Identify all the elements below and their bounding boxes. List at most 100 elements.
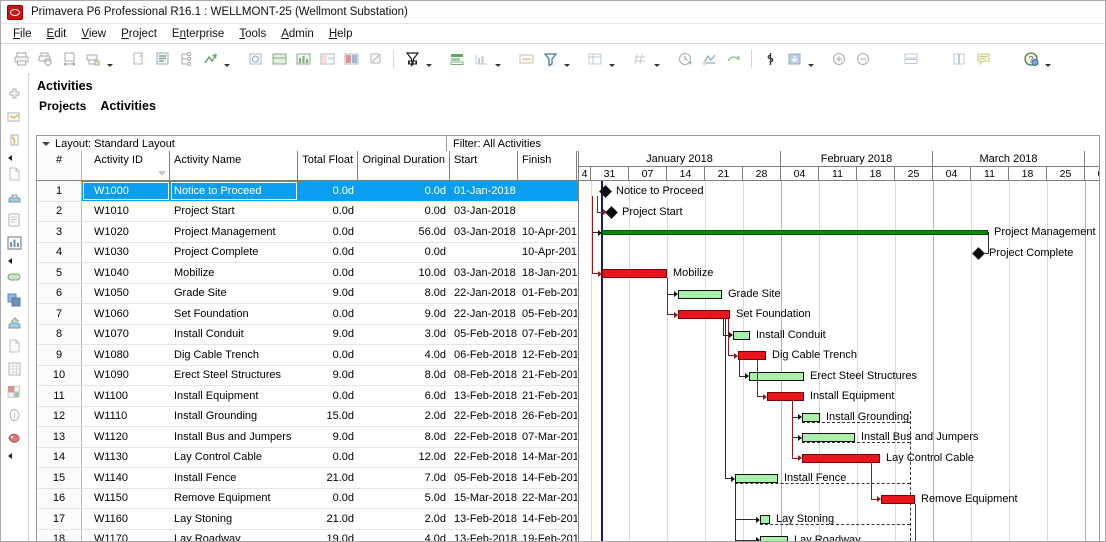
menu-item-admin[interactable]: Admin (281, 28, 314, 40)
column-header-num[interactable]: # (37, 151, 82, 180)
gantt-bar-critical[interactable] (802, 454, 880, 463)
timescale-week-7[interactable]: 11 (819, 166, 857, 181)
cell-fn[interactable]: 14-Feb-2018 (518, 468, 577, 488)
cell-tf[interactable]: 0.0d (298, 181, 358, 201)
timescale-week-4[interactable]: 21 (705, 166, 743, 181)
cell-num[interactable]: 17 (37, 509, 82, 529)
cell-tf[interactable]: 0.0d (298, 202, 358, 222)
column-header-original-duration[interactable]: Original Duration (358, 151, 450, 180)
table-row[interactable]: 17W1160Lay Stoning21.0d2.0d13-Feb-201814… (37, 509, 578, 530)
cell-tf[interactable]: 9.0d (298, 366, 358, 386)
wbs-list-icon[interactable] (4, 209, 26, 230)
bars-icon[interactable] (516, 49, 536, 69)
cell-num[interactable]: 2 (37, 202, 82, 222)
cell-name[interactable]: Set Foundation (170, 304, 298, 324)
columns-dropdown-caret-icon[interactable] (493, 47, 502, 72)
cell-id[interactable]: W1110 (82, 407, 170, 427)
cell-tf[interactable]: 15.0d (298, 407, 358, 427)
cell-name[interactable]: Project Management (170, 222, 298, 242)
timescale-month-0[interactable]: January 2018 (579, 151, 781, 166)
table-row[interactable]: 14W1130Lay Control Cable0.0d12.0d22-Feb-… (37, 448, 578, 469)
cell-id[interactable]: W1150 (82, 489, 170, 509)
timescale-dropdown-caret-icon[interactable] (607, 47, 616, 72)
add-activity-icon[interactable] (4, 83, 26, 104)
timescale-week-11[interactable]: 11 (971, 166, 1009, 181)
cell-st[interactable]: 22-Feb-2018 (450, 427, 518, 447)
cell-name[interactable]: Notice to Proceed (170, 181, 298, 201)
cell-fn[interactable]: 05-Feb-2018 (518, 304, 577, 324)
page-tabs[interactable]: ProjectsActivities (30, 93, 1105, 113)
timescale-week-6[interactable]: 04 (781, 166, 819, 181)
schedule-icon[interactable] (675, 49, 695, 69)
cell-id[interactable]: W1020 (82, 222, 170, 242)
collapse-group-1-icon[interactable] (7, 152, 23, 163)
cell-id[interactable]: W1060 (82, 304, 170, 324)
collapse-group-2-icon[interactable] (7, 255, 23, 266)
cell-id[interactable]: W1050 (82, 284, 170, 304)
menu-item-file[interactable]: File (13, 28, 32, 40)
menu-item-enterprise[interactable]: Enterprise (172, 28, 224, 40)
table-row[interactable]: 16W1150Remove Equipment0.0d5.0d15-Mar-20… (37, 489, 578, 510)
column-header-start[interactable]: Start (450, 151, 518, 180)
filter-by-icon[interactable] (402, 49, 422, 69)
cell-id[interactable]: W1160 (82, 509, 170, 529)
notebook-icon[interactable] (4, 129, 26, 150)
cell-id[interactable]: W1010 (82, 202, 170, 222)
cell-od[interactable]: 4.0d (358, 530, 450, 542)
cell-tf[interactable]: 0.0d (298, 304, 358, 324)
progress-line-icon[interactable] (760, 49, 780, 69)
timescale-week-12[interactable]: 18 (1009, 166, 1047, 181)
cell-id[interactable]: W1140 (82, 468, 170, 488)
cell-num[interactable]: 9 (37, 345, 82, 365)
cell-st[interactable]: 22-Feb-2018 (450, 448, 518, 468)
cell-name[interactable]: Install Bus and Jumpers (170, 427, 298, 447)
cell-id[interactable]: W1090 (82, 366, 170, 386)
page-setup-icon[interactable] (59, 49, 79, 69)
expand-all-icon[interactable] (176, 49, 196, 69)
gantt-bar-critical[interactable] (738, 351, 766, 360)
cell-fn[interactable]: 14-Feb-2018 (518, 509, 577, 529)
new-document-icon[interactable] (4, 163, 26, 184)
cell-fn[interactable]: 19-Feb-2018 (518, 530, 577, 542)
cell-fn[interactable]: 10-Apr-2018 (518, 222, 577, 242)
filter-label[interactable]: Filter: All Activities (447, 138, 541, 150)
menu-item-project[interactable]: Project (121, 28, 157, 40)
cell-num[interactable]: 13 (37, 427, 82, 447)
tab-projects[interactable]: Projects (39, 99, 86, 113)
help-dropdown-caret-icon[interactable] (1043, 47, 1052, 72)
cell-num[interactable]: 8 (37, 325, 82, 345)
cell-id[interactable]: W1070 (82, 325, 170, 345)
filters-dropdown-caret-icon[interactable] (562, 47, 571, 72)
print-icon[interactable] (11, 49, 31, 69)
cell-od[interactable]: 2.0d (358, 509, 450, 529)
cell-num[interactable]: 15 (37, 468, 82, 488)
cell-od[interactable]: 6.0d (358, 386, 450, 406)
timescale-week-1[interactable]: 31 (591, 166, 629, 181)
cell-tf[interactable]: 21.0d (298, 509, 358, 529)
table-row[interactable]: 6W1050Grade Site9.0d8.0d22-Jan-201801-Fe… (37, 284, 578, 305)
cell-num[interactable]: 5 (37, 263, 82, 283)
resources-icon[interactable] (4, 266, 26, 287)
cell-tf[interactable]: 0.0d (298, 386, 358, 406)
cell-od[interactable]: 3.0d (358, 325, 450, 345)
table-row[interactable]: 15W1140Install Fence21.0d7.0d05-Feb-2018… (37, 468, 578, 489)
store-dropdown-caret-icon[interactable] (806, 47, 815, 72)
cell-st[interactable]: 08-Feb-2018 (450, 366, 518, 386)
column-header-finish[interactable]: Finish (518, 151, 577, 180)
cell-fn[interactable]: 26-Feb-2018 (518, 407, 577, 427)
milestone-marker[interactable] (605, 206, 618, 219)
cell-name[interactable]: Lay Roadway (170, 530, 298, 542)
cell-od[interactable]: 4.0d (358, 345, 450, 365)
timescale-week-0[interactable]: 4 (579, 166, 591, 181)
reports-icon[interactable] (4, 312, 26, 333)
cell-num[interactable]: 10 (37, 366, 82, 386)
table-row[interactable]: 4W1030Project Complete0.0d0.0d10-Apr-201… (37, 243, 578, 264)
cell-tf[interactable]: 0.0d (298, 448, 358, 468)
open-project-icon[interactable] (245, 49, 265, 69)
cell-num[interactable]: 3 (37, 222, 82, 242)
gantt-bar-critical[interactable] (678, 310, 730, 319)
cell-st[interactable]: 03-Jan-2018 (450, 263, 518, 283)
cell-name[interactable]: Erect Steel Structures (170, 366, 298, 386)
gantt-chart[interactable]: 4310714212804111825041118250108152229061… (578, 151, 1099, 542)
cell-st[interactable]: 03-Jan-2018 (450, 222, 518, 242)
